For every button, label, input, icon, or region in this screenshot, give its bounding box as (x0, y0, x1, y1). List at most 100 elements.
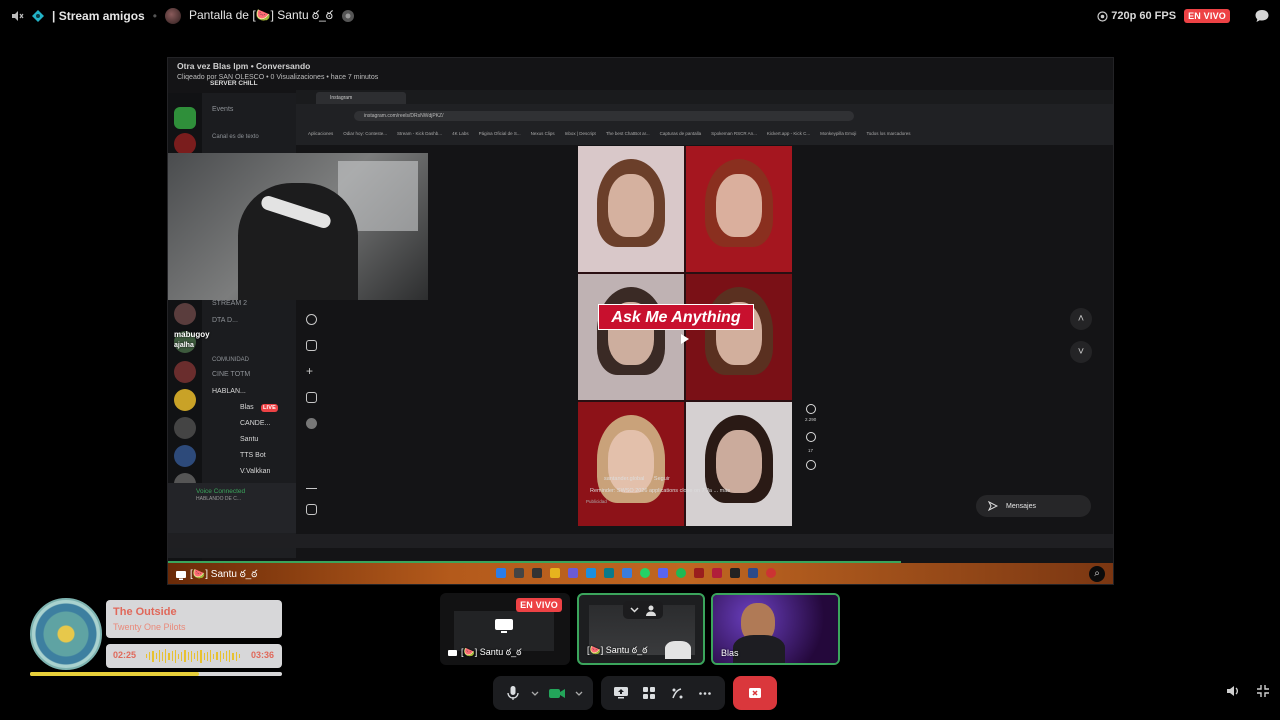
app-icon[interactable] (622, 568, 632, 578)
screen-share-icon[interactable] (609, 681, 633, 705)
app-icon[interactable] (748, 568, 758, 578)
voice-user[interactable]: CANDE... (240, 420, 270, 427)
messages-label: Mensajes (1006, 502, 1036, 510)
app-icon[interactable] (586, 568, 596, 578)
reel-video[interactable]: Ask Me Anything santander.global Seguir … (578, 146, 792, 526)
like-count: 2.290 (805, 417, 817, 422)
bookmark[interactable]: Stream - Kick Dashb... (397, 131, 442, 137)
more-icon[interactable] (693, 681, 717, 705)
bookmark[interactable]: Spokeman RSCR An... (711, 131, 757, 137)
voice-user[interactable]: TTS Bot (240, 452, 266, 459)
chevron-down-icon[interactable] (529, 681, 541, 705)
waveform-bar (187, 652, 189, 660)
chevron-down-icon[interactable] (629, 607, 639, 613)
top-bar-left: | Stream amigos • Pantalla de [🍉] Santu … (10, 8, 355, 25)
whatsapp-icon[interactable] (640, 568, 650, 578)
stream-quality: 720p 60 FPS (1097, 10, 1176, 22)
discord-icon[interactable] (658, 568, 668, 578)
waveform-bar (229, 650, 231, 662)
app-icon[interactable] (730, 568, 740, 578)
stream-viewer[interactable]: Otra vez Blas lpm • Conversando Cliqeado… (167, 57, 1114, 585)
reel-cell (578, 146, 684, 272)
reel-cell (686, 146, 792, 272)
speaker-muted-icon[interactable] (10, 9, 24, 23)
follow-button[interactable]: Seguir (654, 476, 670, 482)
comment-count: 17 (808, 448, 814, 453)
windows-icon[interactable] (496, 568, 506, 578)
like-icon[interactable] (806, 404, 816, 414)
exit-fullscreen-icon[interactable] (1256, 684, 1270, 698)
app-icon[interactable] (604, 568, 614, 578)
profile-icon[interactable] (306, 418, 317, 429)
task-view-icon[interactable] (532, 568, 542, 578)
user-add-icon[interactable] (645, 605, 657, 616)
address-bar[interactable]: instagram.com/reels/DRsNWdjPKZ/ (354, 111, 854, 121)
bookmark[interactable]: Monkeypilla Emoji (820, 131, 856, 137)
volume-icon[interactable] (1226, 684, 1240, 698)
camera-icon[interactable] (545, 681, 569, 705)
soundboard-icon[interactable] (665, 681, 689, 705)
bookmark[interactable]: Nexus Clips (531, 131, 555, 137)
share-icon[interactable] (806, 460, 816, 470)
bookmark[interactable]: Capturas de pantalla (660, 131, 702, 137)
participant-tile[interactable]: Blas (711, 593, 840, 665)
app-icon[interactable] (712, 568, 722, 578)
server-icon (174, 303, 196, 325)
comment-icon[interactable] (806, 432, 816, 442)
game-icon (341, 9, 355, 23)
server-icon (174, 107, 196, 129)
microphone-icon[interactable] (501, 681, 525, 705)
menu-icon[interactable] (306, 478, 317, 489)
bookmark[interactable]: Aplicaciones (308, 131, 333, 137)
voice-user[interactable]: Blas (240, 404, 254, 411)
top-bar: | Stream amigos • Pantalla de [🍉] Santu … (0, 0, 1280, 32)
folder-icon[interactable] (550, 568, 560, 578)
bookmark[interactable]: Página Oficial de S... (479, 131, 521, 137)
chevron-down-icon[interactable]: ˅ (1070, 341, 1092, 363)
bookmark[interactable]: Kickert.app - Kick C... (767, 131, 810, 137)
zoom-icon[interactable]: ⌕ (1089, 566, 1105, 582)
app-icon[interactable] (694, 568, 704, 578)
browser-tab[interactable]: Instagram (316, 92, 406, 104)
stream-bottom-bar: [🍉] Santu ఠ_ఠ ⌕ (168, 563, 1113, 584)
chevron-up-icon[interactable]: ˄ (1070, 308, 1092, 330)
bookmark[interactable]: The best ChatBot ar... (606, 131, 650, 137)
bookmark[interactable]: Todos los marcadores (866, 131, 910, 137)
channel-item[interactable]: HABLAN... (212, 388, 246, 395)
channel-item[interactable]: DTA D... (212, 317, 238, 324)
waveform-bar (190, 650, 193, 662)
apps-icon[interactable] (306, 504, 317, 515)
chat-bubble-icon[interactable] (1254, 8, 1270, 24)
participant-tile[interactable]: EN VIVO [🍉] Santu ఠ_ఠ (440, 593, 570, 665)
bookmark[interactable]: Inbox | Descript (565, 131, 596, 137)
reels-icon[interactable] (306, 392, 317, 403)
call-controls (493, 676, 787, 710)
explore-icon[interactable] (306, 314, 317, 325)
live-tag: LIVE (261, 404, 279, 412)
search-icon[interactable] (514, 568, 524, 578)
channel-item[interactable]: STREAM 2 (212, 300, 247, 307)
reel-account[interactable]: santander.global (604, 476, 644, 482)
spotify-icon[interactable] (676, 568, 686, 578)
voice-user[interactable]: Santu (240, 436, 258, 443)
tile-label: [🍉] Santu ఠ_ఠ (587, 645, 647, 658)
play-icon[interactable] (678, 333, 690, 345)
plus-icon[interactable]: + (306, 365, 317, 377)
voice-user[interactable]: V.Valkkan (240, 468, 270, 475)
reel-cell (686, 402, 792, 526)
screen-icon (448, 649, 457, 658)
track-title: The Outside (113, 606, 177, 618)
activities-icon[interactable] (637, 681, 661, 705)
app-icon[interactable] (568, 568, 578, 578)
waveform-bar (194, 653, 196, 659)
channel-item[interactable]: CINE TOTM (212, 371, 250, 378)
messages-button[interactable]: Mensajes (976, 495, 1091, 517)
av-controls (493, 676, 593, 710)
chevron-down-icon[interactable] (573, 681, 585, 705)
bookmark[interactable]: Odiar hoy: Conteste... (343, 131, 387, 137)
bookmark[interactable]: 4K Labs (452, 131, 469, 137)
leave-call-button[interactable] (733, 676, 777, 710)
participant-tile[interactable]: [🍉] Santu ఠ_ఠ (577, 593, 705, 665)
app-icon[interactable] (766, 568, 776, 578)
heart-icon[interactable] (306, 340, 317, 351)
